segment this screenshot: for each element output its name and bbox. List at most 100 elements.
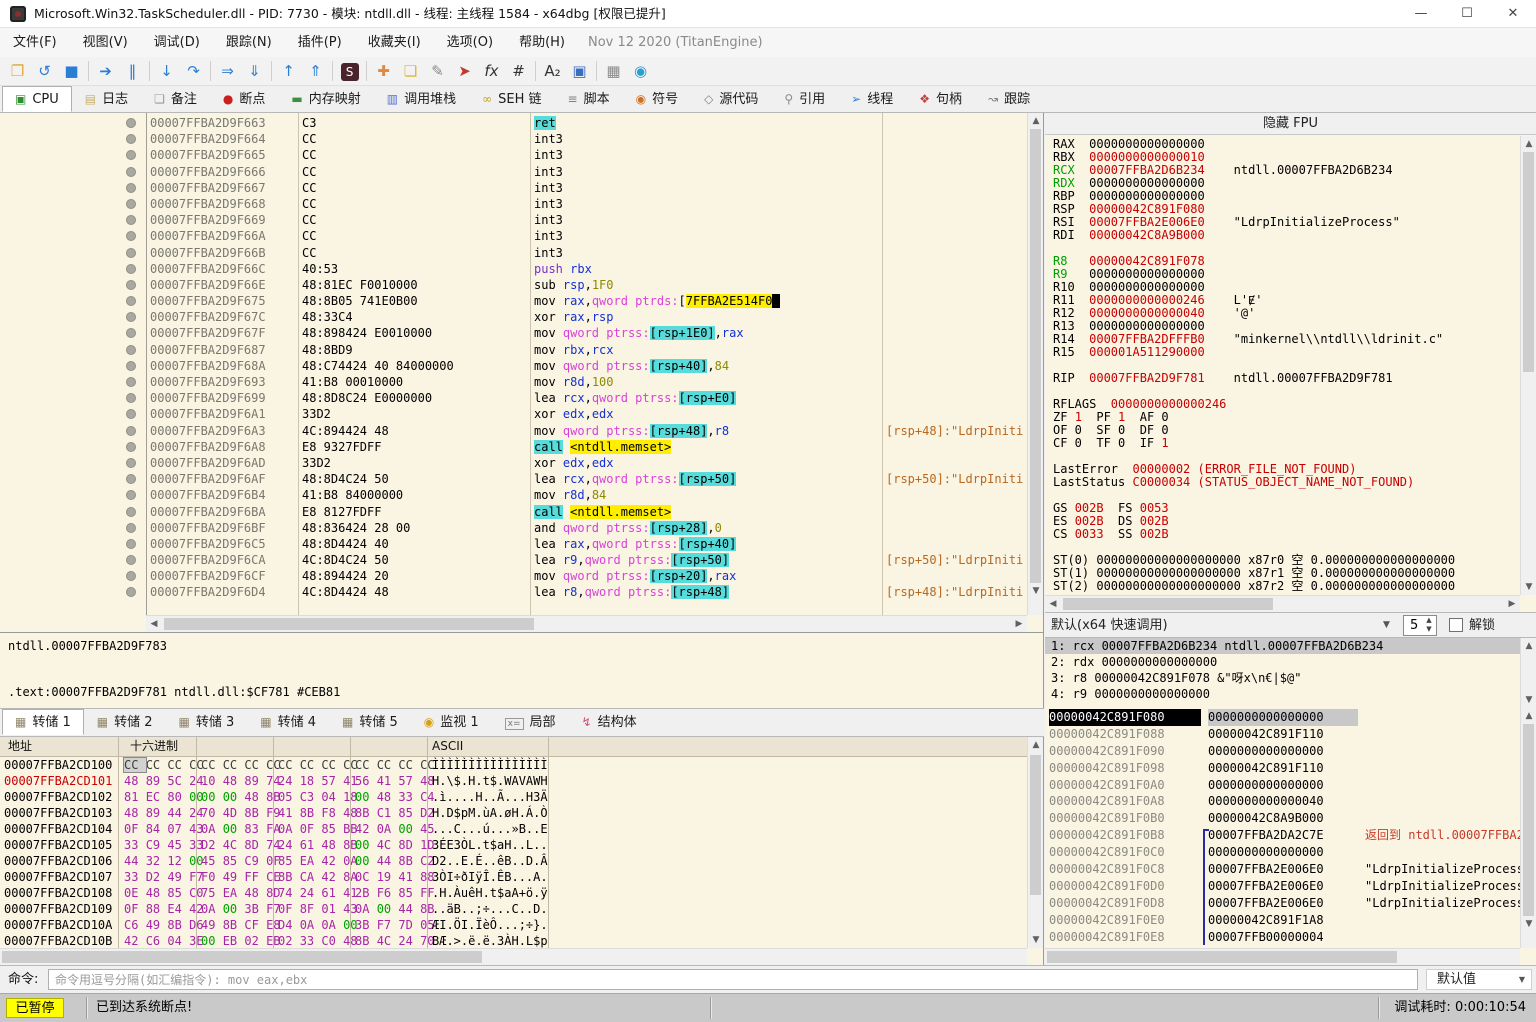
- registers-vscrollbar[interactable]: ▲ ▼: [1520, 136, 1536, 595]
- disasm-row[interactable]: 00007FFBA2D9F66C 40:53 push rbx: [0, 261, 1027, 277]
- registers-pane[interactable]: 隐藏 FPU RAX 0000000000000000 RBX 000000000…: [1045, 113, 1536, 612]
- open-file-icon[interactable]: ❐: [4, 58, 31, 84]
- menu-item[interactable]: 跟踪(N): [213, 28, 285, 57]
- tab-转储 3[interactable]: ▦ 转储 3: [166, 709, 248, 735]
- tab-监视 1[interactable]: ◉ 监视 1: [411, 709, 492, 735]
- disasm-row[interactable]: 00007FFBA2D9F6D4 4C:8D4424 48 lea r8,qword…: [0, 584, 1027, 600]
- breakpoint-dot[interactable]: [126, 312, 136, 323]
- breakpoint-dot[interactable]: [126, 215, 136, 226]
- stack-row[interactable]: 00000042C891F0A0 0000000000000000: [1045, 777, 1520, 794]
- breakpoint-dot[interactable]: [126, 198, 136, 209]
- stack-hscrollbar[interactable]: [1045, 948, 1520, 965]
- argument-row[interactable]: 4: r9 0000000000000000: [1045, 686, 1536, 702]
- args-vscrollbar[interactable]: ▲ ▼: [1520, 638, 1536, 708]
- tab-结构体[interactable]: ↯ 结构体: [569, 709, 650, 735]
- disasm-row[interactable]: 00007FFBA2D9F66B CC int3: [0, 245, 1027, 261]
- breakpoint-dot[interactable]: [126, 231, 136, 242]
- breakpoint-dot[interactable]: [126, 538, 136, 549]
- breakpoint-dot[interactable]: [126, 134, 136, 145]
- tab-引用[interactable]: ⚲ 引用: [771, 86, 838, 112]
- dump-row[interactable]: 00007FFBA2CD103 48 89 44 2470 4D 8B F941 …: [0, 805, 1027, 821]
- tab-日志[interactable]: ▤ 日志: [72, 86, 141, 112]
- disasm-row[interactable]: 00007FFBA2D9F6AD 33D2 xor edx,edx: [0, 455, 1027, 471]
- breakpoint-dot[interactable]: [126, 279, 136, 290]
- breakpoint-dot[interactable]: [126, 328, 136, 339]
- breakpoint-dot[interactable]: [126, 344, 136, 355]
- chevron-down-icon[interactable]: ▼: [1383, 613, 1390, 638]
- dump-vscrollbar[interactable]: ▲ ▼: [1027, 737, 1043, 948]
- disasm-row[interactable]: 00007FFBA2D9F664 CC int3: [0, 131, 1027, 147]
- breakpoint-dot[interactable]: [126, 166, 136, 177]
- argument-row[interactable]: 3: r8 00000042C891F078 &"呀x\n€|$@": [1045, 670, 1536, 686]
- menu-item[interactable]: 调试(D): [141, 28, 213, 57]
- disasm-vscrollbar[interactable]: ▲ ▼: [1027, 113, 1043, 615]
- menu-item[interactable]: 选项(O): [434, 28, 506, 57]
- breakpoint-dot[interactable]: [126, 247, 136, 258]
- disasm-row[interactable]: 00007FFBA2D9F67C 48:33C4 xor rax,rsp: [0, 309, 1027, 325]
- tab-局部[interactable]: x= 局部: [492, 709, 569, 735]
- hide-fpu-header[interactable]: 隐藏 FPU: [1045, 113, 1536, 135]
- execute-till-return-icon[interactable]: ↑: [275, 58, 302, 84]
- disasm-row[interactable]: 00007FFBA2D9F67F 48:898424 E0010000 mov qw…: [0, 325, 1027, 341]
- breakpoint-dot[interactable]: [126, 409, 136, 420]
- tab-脚本[interactable]: ≡ 脚本: [555, 86, 623, 112]
- register-line[interactable]: CF 0 TF 0 IF 1: [1053, 437, 1518, 450]
- dump-row[interactable]: 00007FFBA2CD10B 42 C6 04 3E00 EB 02 EB02 …: [0, 933, 1027, 949]
- breakpoint-dot[interactable]: [126, 118, 136, 128]
- disasm-row[interactable]: 00007FFBA2D9F6B4 41:B8 84000000 mov r8d,84: [0, 487, 1027, 503]
- menu-item[interactable]: 收藏夹(I): [355, 28, 434, 57]
- step-out-icon[interactable]: ⇓: [241, 58, 268, 84]
- close-button[interactable]: ✕: [1490, 0, 1536, 28]
- fx-icon[interactable]: fx: [478, 58, 505, 84]
- call-arguments-pane[interactable]: 1: rcx 00007FFBA2D6B234 ntdll.00007FFBA2…: [1045, 638, 1536, 708]
- tab-备注[interactable]: ❏ 备注: [141, 86, 210, 112]
- disasm-row[interactable]: 00007FFBA2D9F675 48:8B05 741E0B00 mov rax,…: [0, 293, 1027, 309]
- breakpoint-dot[interactable]: [126, 150, 136, 161]
- breakpoint-dot[interactable]: [126, 474, 136, 485]
- breakpoint-dot[interactable]: [126, 263, 136, 274]
- disasm-row[interactable]: 00007FFBA2D9F687 48:8BD9 mov rbx,rcx: [0, 342, 1027, 358]
- dump-row[interactable]: 00007FFBA2CD104 0F 84 07 430A 00 83 FA0A …: [0, 821, 1027, 837]
- maximize-button[interactable]: ☐: [1444, 0, 1490, 28]
- case-icon[interactable]: A₂: [539, 58, 566, 84]
- breakpoint-dot[interactable]: [126, 555, 136, 566]
- breakpoint-dot[interactable]: [126, 490, 136, 501]
- command-profile-select[interactable]: 默认值 ▼: [1426, 969, 1532, 990]
- breakpoint-dot[interactable]: [126, 182, 136, 193]
- disasm-row[interactable]: 00007FFBA2D9F66A CC int3: [0, 228, 1027, 244]
- dump-row[interactable]: 00007FFBA2CD101 48 89 5C 2410 48 89 7424 …: [0, 773, 1027, 789]
- tab-转储 5[interactable]: ▦ 转储 5: [329, 709, 411, 735]
- breakpoint-dot[interactable]: [126, 587, 136, 598]
- disasm-row[interactable]: 00007FFBA2D9F667 CC int3: [0, 180, 1027, 196]
- stack-row[interactable]: 00000042C891F0E0 00000042C891F1A8: [1045, 911, 1520, 929]
- stack-pane[interactable]: 00000042C891F080 0000000000000000 00000042…: [1045, 708, 1536, 965]
- step-into-icon[interactable]: ↓: [153, 58, 180, 84]
- stack-vscrollbar[interactable]: ▲ ▼: [1520, 708, 1536, 948]
- favourites-icon[interactable]: ➤: [451, 58, 478, 84]
- dump-row[interactable]: 00007FFBA2CD102 81 EC 80 0000 00 48 8B05 …: [0, 789, 1027, 805]
- dump-row[interactable]: 00007FFBA2CD100 CC CC CC CC CC CC CC CC CC …: [0, 757, 1027, 773]
- breakpoint-dot[interactable]: [126, 522, 136, 533]
- modules-icon[interactable]: ▣: [566, 58, 593, 84]
- breakpoint-dot[interactable]: [126, 571, 136, 582]
- stack-row[interactable]: 00000042C891F0B8 00007FFBA2DA2C7E 返回到 ntdl…: [1045, 827, 1524, 845]
- disasm-row[interactable]: 00007FFBA2D9F699 48:8D8C24 E0000000 lea rc…: [0, 390, 1027, 406]
- stack-row[interactable]: 00000042C891F0B0 00000042C8A9B000: [1045, 810, 1520, 827]
- stack-row[interactable]: 00000042C891F0E8 00007FFB00000004: [1045, 928, 1520, 946]
- label-icon[interactable]: ✎: [424, 58, 451, 84]
- globe-icon[interactable]: ◉: [627, 58, 654, 84]
- run-to-user-code-icon[interactable]: ⇑: [302, 58, 329, 84]
- breakpoint-dot[interactable]: [126, 377, 136, 387]
- stack-row[interactable]: 00000042C891F088 00000042C891F110: [1045, 726, 1520, 743]
- menu-item[interactable]: 帮助(H): [506, 28, 578, 57]
- argument-row[interactable]: 2: rdx 0000000000000000: [1045, 654, 1536, 670]
- run-icon[interactable]: ➔: [92, 58, 119, 84]
- disasm-row[interactable]: 00007FFBA2D9F68A 48:C74424 40 84000000 mov…: [0, 358, 1027, 374]
- tab-线程[interactable]: ➢ 线程: [838, 86, 906, 112]
- register-line[interactable]: CS 0033 SS 002B: [1053, 528, 1518, 541]
- unlock-checkbox[interactable]: [1449, 618, 1463, 632]
- dump-row[interactable]: 00007FFBA2CD107 33 D2 49 F7F0 49 FF CE8B …: [0, 869, 1027, 885]
- disasm-row[interactable]: 00007FFBA2D9F6A8 E8 9327FDFF call <ntdll.m…: [0, 439, 1027, 455]
- disasm-row[interactable]: 00007FFBA2D9F66E 48:81EC F0010000 sub rsp,…: [0, 277, 1027, 293]
- disasm-row[interactable]: 00007FFBA2D9F669 CC int3: [0, 212, 1027, 228]
